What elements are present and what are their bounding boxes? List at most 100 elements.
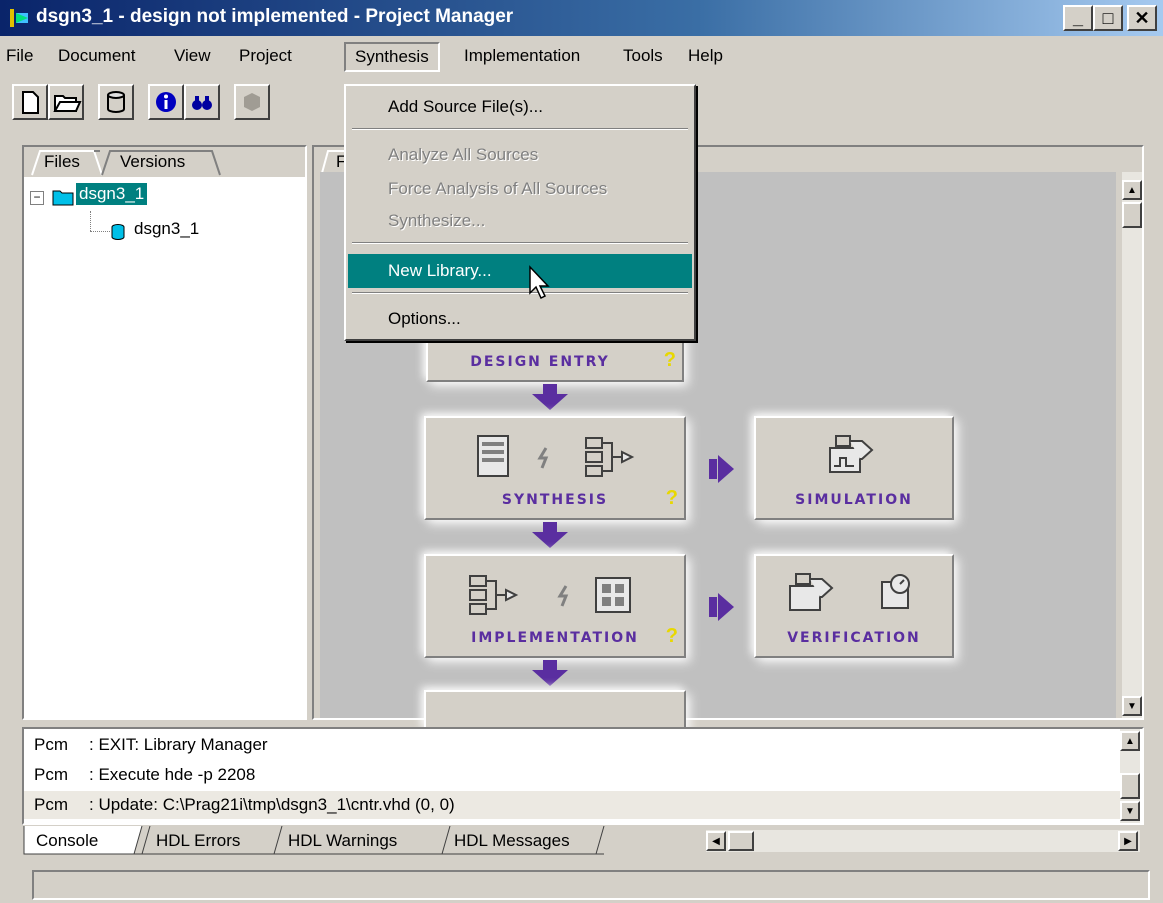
menu-implementation[interactable]: Implementation [464, 44, 580, 68]
status-bar [32, 870, 1150, 900]
menu-document[interactable]: Document [58, 44, 135, 68]
tab-versions[interactable]: Versions [120, 152, 185, 172]
project-tree: − dsgn3_1 dsgn3_1 [24, 177, 305, 718]
horizontal-scroll-thumb[interactable] [728, 831, 754, 851]
title-bar: dsgn3_1 - design not implemented - Proje… [0, 0, 1163, 36]
synthesis-graphic [477, 435, 635, 477]
tab-files[interactable]: Files [44, 152, 80, 172]
menu-separator [352, 128, 688, 130]
verification-step[interactable]: VERIFICATION [754, 554, 954, 658]
scroll-right-icon[interactable]: ▶ [1118, 831, 1138, 851]
synthesis-step[interactable]: SYNTHESIS ? [424, 416, 686, 520]
console-scroll-thumb[interactable] [1120, 773, 1140, 799]
flow-arrow-down [532, 532, 568, 548]
design-entry-label: DESIGN ENTRY [470, 354, 610, 370]
console-line-source: Pcm [34, 795, 68, 814]
flow-arrow-stem [709, 597, 717, 617]
console-panel: Pcm : EXIT: Library Manager Pcm : Execute … [22, 727, 1144, 825]
menu-help[interactable]: Help [688, 44, 723, 68]
menu-project[interactable]: Project [239, 44, 292, 68]
flow-arrow-right [718, 455, 734, 483]
project-tree-panel: Files Versions − dsgn3_1 dsgn3_1 [22, 145, 307, 720]
menu-separator [352, 292, 688, 294]
flow-vertical-scrollbar[interactable]: ▲ ▼ [1122, 172, 1142, 718]
binoculars-icon[interactable] [184, 84, 220, 120]
tab-hdl-errors[interactable]: HDL Errors [156, 831, 240, 851]
info-icon[interactable] [148, 84, 184, 120]
menu-synthesis[interactable]: Synthesis [344, 42, 440, 72]
flow-arrow-down [532, 670, 568, 686]
tab-hdl-messages[interactable]: HDL Messages [454, 831, 570, 851]
collapse-toggle[interactable]: − [30, 191, 44, 205]
implementation-step[interactable]: IMPLEMENTATION ? [424, 554, 686, 658]
next-step-partial[interactable] [424, 690, 686, 730]
minimize-icon: _ [1072, 7, 1083, 28]
flow-arrow-down [532, 394, 568, 410]
folder-icon [52, 187, 74, 212]
simulation-graphic [829, 435, 874, 473]
scroll-up-icon[interactable]: ▲ [1122, 180, 1142, 200]
console-line: Pcm : EXIT: Library Manager [34, 731, 268, 759]
tree-connector-h [90, 231, 110, 233]
open-folder-icon[interactable] [48, 84, 84, 120]
menu-separator [352, 242, 688, 244]
new-file-icon[interactable] [12, 84, 48, 120]
menu-force-analysis[interactable]: Force Analysis of All Sources [348, 172, 692, 206]
flow-arrow-right [718, 593, 734, 621]
console-scroll-up-icon[interactable]: ▲ [1120, 731, 1140, 751]
console-line: Pcm : Execute hde -p 2208 [34, 761, 255, 789]
app-icon [8, 7, 30, 29]
mouse-cursor-icon [528, 265, 552, 306]
implementation-help-icon[interactable]: ? [666, 625, 678, 648]
menu-analyze-all-sources[interactable]: Analyze All Sources [348, 138, 692, 172]
console-line-text: : Execute hde -p 2208 [89, 765, 256, 784]
implementation-label: IMPLEMENTATION [471, 630, 639, 646]
console-line-text: : EXIT: Library Manager [89, 735, 268, 754]
menu-file[interactable]: File [6, 44, 33, 68]
simulation-step[interactable]: SIMULATION [754, 416, 954, 520]
tree-child-library[interactable]: dsgn3_1 [134, 219, 199, 239]
console-line-source: Pcm [34, 735, 68, 754]
console-line-source: Pcm [34, 765, 68, 784]
maximize-icon: □ [1102, 7, 1114, 28]
flow-arrow-stem [709, 459, 717, 479]
verification-label: VERIFICATION [787, 630, 921, 646]
close-button[interactable]: ✕ [1127, 5, 1157, 31]
tab-hdl-warnings[interactable]: HDL Warnings [288, 831, 397, 851]
menu-synthesize[interactable]: Synthesize... [348, 204, 692, 238]
tab-console[interactable]: Console [36, 831, 98, 851]
scroll-left-icon[interactable]: ◀ [706, 831, 726, 851]
minimize-button[interactable]: _ [1063, 5, 1093, 31]
tree-connector [90, 211, 92, 231]
console-vertical-scrollbar[interactable]: ▲ ▼ [1120, 729, 1140, 823]
flow-arrow-stem [543, 522, 557, 532]
scroll-down-icon[interactable]: ▼ [1122, 696, 1142, 716]
verification-graphic [789, 573, 910, 611]
flow-arrow-stem [543, 384, 557, 394]
console-scroll-down-icon[interactable]: ▼ [1120, 801, 1140, 821]
synthesis-menu: Add Source File(s)... Analyze All Source… [344, 84, 696, 341]
menu-options[interactable]: Options... [348, 302, 692, 336]
menu-new-library[interactable]: New Library... [348, 254, 692, 288]
flow-arrow-stem [543, 660, 557, 670]
library-icon [110, 223, 126, 246]
simulation-label: SIMULATION [795, 492, 913, 508]
console-line-selected: Pcm : Update: C:\Prag21i\tmp\dsgn3_1\cntr… [24, 791, 1120, 819]
tree-root-project[interactable]: dsgn3_1 [76, 183, 148, 205]
menu-tools[interactable]: Tools [623, 44, 663, 68]
close-icon: ✕ [1134, 7, 1150, 28]
synthesis-help-icon[interactable]: ? [666, 487, 678, 510]
window-title: dsgn3_1 - design not implemented - Proje… [36, 6, 514, 27]
console-tab-strip: Console HDL Errors HDL Warnings HDL Mess… [22, 826, 1144, 856]
design-entry-help-icon[interactable]: ? [664, 349, 676, 372]
build-disabled-icon[interactable] [234, 84, 270, 120]
scroll-thumb[interactable] [1122, 202, 1142, 228]
database-icon[interactable] [98, 84, 134, 120]
console-line-text: : Update: C:\Prag21i\tmp\dsgn3_1\cntr.vh… [89, 795, 455, 814]
menu-add-source-files[interactable]: Add Source File(s)... [348, 90, 692, 124]
menu-view[interactable]: View [174, 44, 211, 68]
console-horizontal-scrollbar[interactable]: ◀ ▶ [706, 830, 1140, 852]
menu-bar: File Document View Project Synthesis Imp… [0, 40, 1163, 72]
maximize-button[interactable]: □ [1093, 5, 1123, 31]
tab-strip: Files Versions [24, 147, 305, 177]
